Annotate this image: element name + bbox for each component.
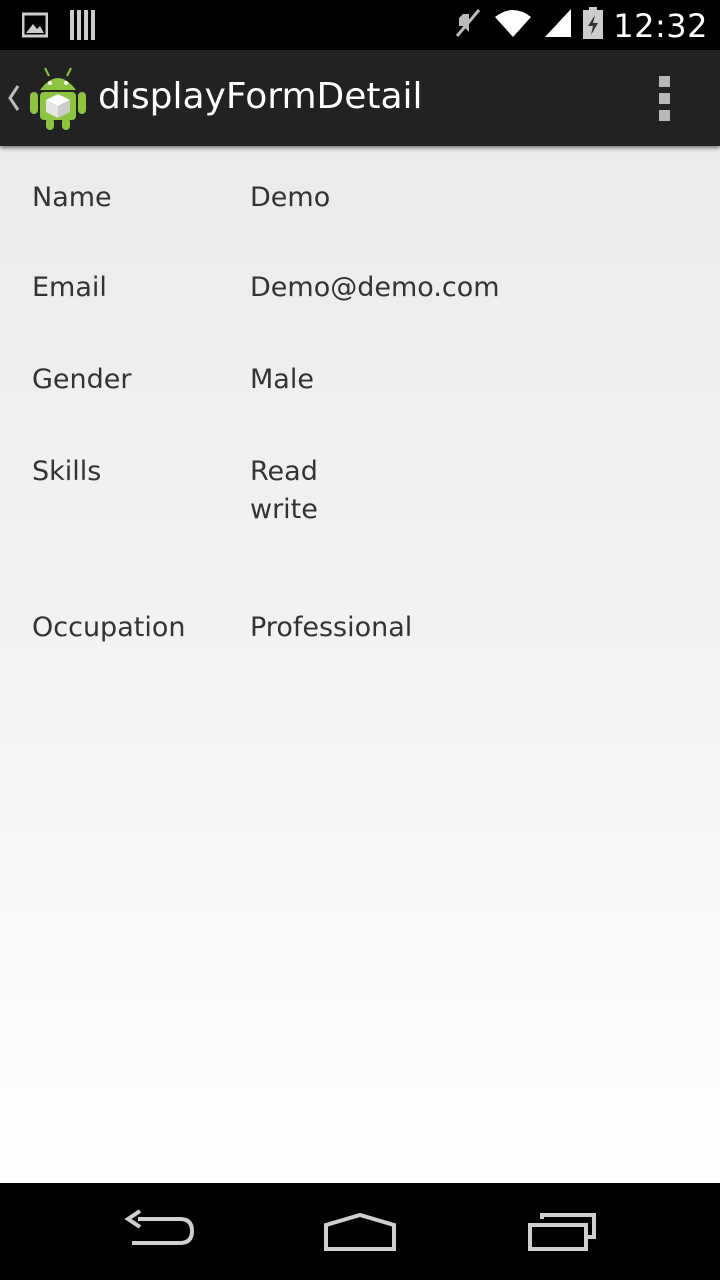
- app-title: displayFormDetail: [98, 76, 423, 117]
- occupation-value: Professional: [250, 612, 413, 643]
- skills-value-line-2: write: [250, 494, 318, 525]
- name-label: Name: [32, 182, 112, 213]
- status-clock: 12:32: [613, 6, 708, 45]
- email-value: Demo@demo.com: [250, 272, 500, 303]
- mute-icon: [453, 6, 483, 45]
- recent-apps-icon[interactable]: [526, 1209, 598, 1258]
- gender-label: Gender: [32, 364, 132, 395]
- barcode-notification-icon: [70, 10, 96, 45]
- email-label: Email: [32, 272, 107, 303]
- form-detail-content: Name Demo Email Demo@demo.com Gender Mal…: [0, 146, 720, 1183]
- skills-label: Skills: [32, 456, 102, 487]
- home-icon[interactable]: [322, 1209, 398, 1258]
- gallery-notification-icon: [21, 12, 49, 43]
- signal-icon: [543, 7, 573, 44]
- gender-value: Male: [250, 364, 314, 395]
- android-app-icon[interactable]: [28, 64, 88, 137]
- name-value: Demo: [250, 182, 331, 213]
- up-caret-icon[interactable]: [6, 80, 22, 121]
- action-bar: displayFormDetail: [0, 50, 720, 146]
- status-bar: 12:32: [0, 0, 720, 50]
- skills-value-line-1: Read: [250, 456, 318, 487]
- wifi-icon: [493, 7, 533, 44]
- battery-charging-icon: [583, 7, 604, 44]
- back-icon[interactable]: [124, 1209, 196, 1258]
- navigation-bar: [0, 1183, 720, 1280]
- overflow-menu-icon[interactable]: [652, 76, 676, 121]
- occupation-label: Occupation: [32, 612, 186, 643]
